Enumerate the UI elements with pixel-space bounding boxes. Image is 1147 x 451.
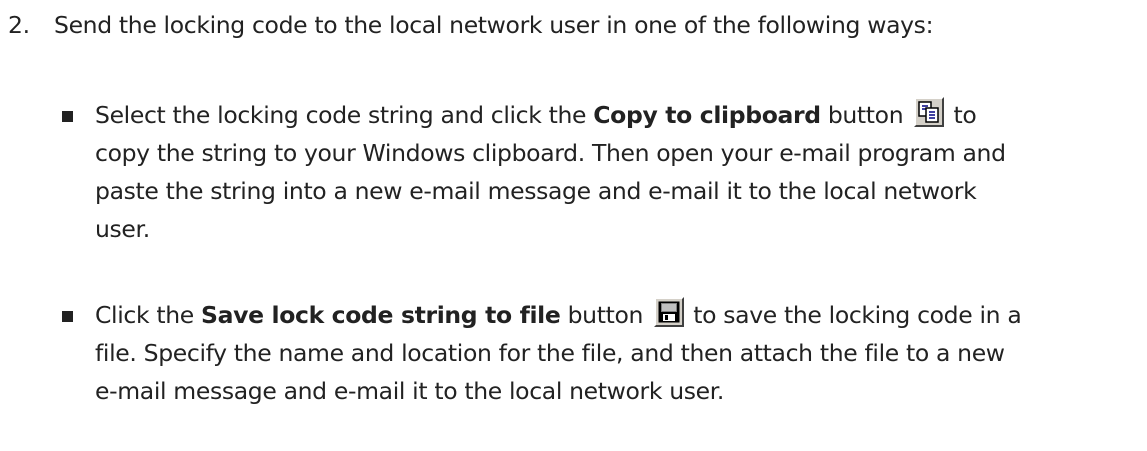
- bullet-text: button: [560, 301, 651, 329]
- step-text: Send the locking code to the local netwo…: [54, 11, 934, 39]
- bullet-line: paste the string into a new e-mail messa…: [95, 177, 977, 205]
- bullet-line: user.: [95, 215, 150, 243]
- bullet-text: button: [820, 101, 911, 129]
- bullet-text: Select the locking code string and click…: [95, 101, 594, 129]
- bullet-line: copy the string to your Windows clipboar…: [95, 139, 1006, 167]
- bullet-square-icon: [62, 111, 73, 122]
- bullet-text: to: [946, 101, 977, 129]
- bullet-square-icon: [62, 311, 73, 322]
- bullet-line: Select the locking code string and click…: [95, 96, 1145, 134]
- step-2: 2. Send the locking code to the local net…: [8, 6, 934, 44]
- bullet-line: e-mail message and e-mail it to the loca…: [95, 377, 725, 405]
- copy-to-clipboard-icon: [914, 97, 945, 127]
- bullet-copy-to-clipboard: Select the locking code string and click…: [62, 96, 1145, 248]
- bullet-save-to-file: Click the Save lock code string to file …: [62, 296, 1145, 410]
- bullet-text: to save the locking code in a: [686, 301, 1022, 329]
- save-lock-code-label: Save lock code string to file: [201, 301, 561, 329]
- bullet-text: Click the: [95, 301, 202, 329]
- bullet-line: file. Specify the name and location for …: [95, 339, 1005, 367]
- save-floppy-disk-icon: [654, 297, 685, 327]
- bullet-line: Click the Save lock code string to file …: [95, 296, 1145, 334]
- step-number: 2.: [8, 11, 30, 39]
- copy-to-clipboard-label: Copy to clipboard: [593, 101, 821, 129]
